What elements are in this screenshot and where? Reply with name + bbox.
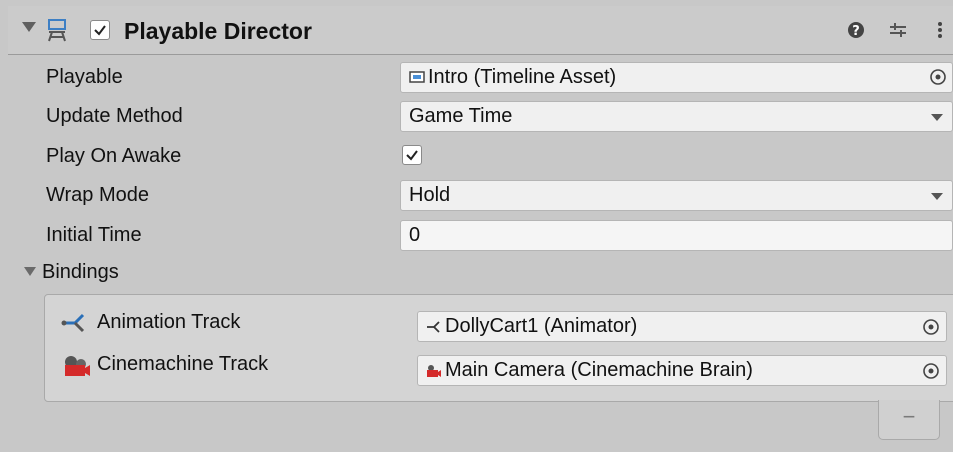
remove-binding-button[interactable]: − bbox=[878, 400, 940, 440]
initial-time-input[interactable]: 0 bbox=[400, 220, 953, 251]
bindings-list: Animation Track DollyCart1 (Animator) Ci… bbox=[44, 294, 953, 402]
dropdown-arrow-icon bbox=[931, 193, 943, 200]
object-picker-icon[interactable] bbox=[921, 317, 941, 337]
more-icon[interactable] bbox=[930, 20, 950, 40]
checkmark-icon bbox=[94, 25, 106, 36]
wrap-mode-value: Hold bbox=[409, 184, 451, 206]
director-icon bbox=[48, 19, 66, 42]
bindings-label[interactable]: Bindings bbox=[42, 261, 119, 284]
svg-text:?: ? bbox=[852, 24, 860, 39]
play-on-awake-checkbox[interactable] bbox=[402, 145, 422, 165]
timeline-asset-icon bbox=[409, 71, 425, 83]
track-binding-field[interactable]: Main Camera (Cinemachine Brain) bbox=[417, 355, 947, 386]
track-name: Animation Track bbox=[97, 311, 241, 333]
component-enabled-checkbox[interactable] bbox=[90, 20, 110, 40]
bindings-foldout-icon[interactable] bbox=[24, 267, 36, 276]
cinemachine-brain-icon bbox=[427, 365, 441, 377]
component-title: Playable Director bbox=[124, 18, 312, 44]
update-method-value: Game Time bbox=[409, 105, 513, 127]
update-method-label: Update Method bbox=[46, 105, 183, 127]
update-method-dropdown[interactable]: Game Time bbox=[400, 101, 953, 132]
animation-track-icon bbox=[61, 313, 85, 333]
checkmark-icon bbox=[406, 150, 418, 161]
component-header[interactable]: Playable Director ? bbox=[8, 6, 953, 55]
playable-field[interactable]: Intro (Timeline Asset) bbox=[400, 62, 953, 93]
dropdown-arrow-icon bbox=[931, 114, 943, 121]
track-binding-value: DollyCart1 (Animator) bbox=[445, 315, 638, 337]
object-picker-icon[interactable] bbox=[921, 361, 941, 381]
track-binding-field[interactable]: DollyCart1 (Animator) bbox=[417, 311, 947, 342]
wrap-mode-dropdown[interactable]: Hold bbox=[400, 180, 953, 211]
playable-label: Playable bbox=[46, 66, 123, 88]
foldout-arrow-icon[interactable] bbox=[22, 22, 36, 32]
track-name: Cinemachine Track bbox=[97, 353, 269, 375]
help-icon[interactable]: ? bbox=[846, 20, 866, 40]
playable-value: Intro (Timeline Asset) bbox=[428, 66, 617, 88]
wrap-mode-label: Wrap Mode bbox=[46, 184, 150, 206]
play-on-awake-label: Play On Awake bbox=[46, 145, 182, 167]
playable-director-component: Playable Director ? Playable Intro (Time… bbox=[8, 6, 953, 452]
animator-icon bbox=[427, 321, 440, 333]
cinemachine-track-icon bbox=[65, 356, 90, 376]
object-picker-icon[interactable] bbox=[928, 67, 948, 87]
initial-time-label: Initial Time bbox=[46, 224, 142, 246]
presets-icon[interactable] bbox=[888, 20, 908, 40]
track-binding-value: Main Camera (Cinemachine Brain) bbox=[445, 359, 753, 381]
